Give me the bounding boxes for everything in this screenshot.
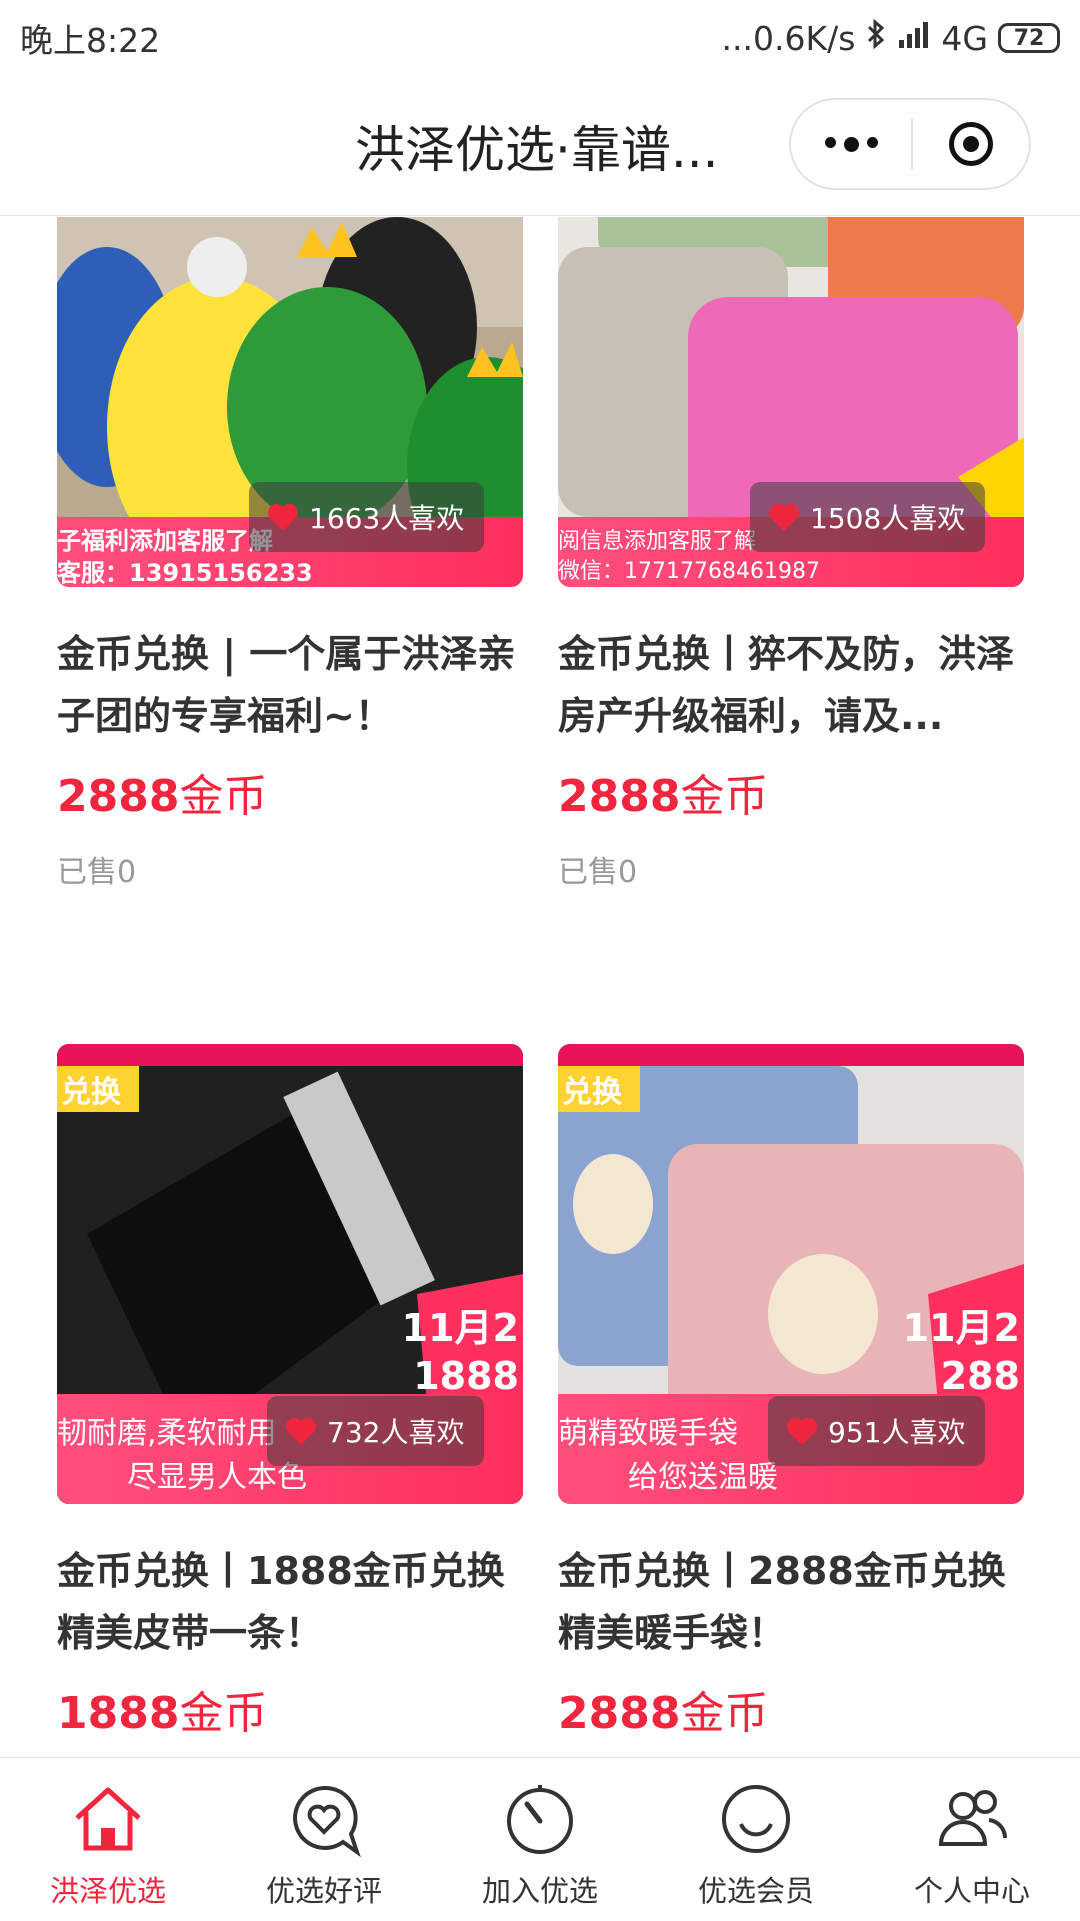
promo-banner-top xyxy=(57,1044,523,1066)
promo-subtext: 给您送温暖 xyxy=(628,1460,778,1495)
promo-badge: 11月2 288 xyxy=(903,1304,1024,1400)
product-price: 1888金币 xyxy=(57,1686,523,1742)
product-image[interactable]: 子福利添加客服了解 客服：13915156233 1663人喜欢 xyxy=(57,217,523,587)
product-price: 2888金币 xyxy=(558,1686,1024,1742)
price-number: 2888 xyxy=(558,1688,681,1739)
likes-badge: 951人喜欢 xyxy=(768,1396,986,1466)
promo-text: 阅信息添加客服了解 xyxy=(558,529,757,554)
tab-reviews[interactable]: 优选好评 xyxy=(216,1758,432,1921)
tab-label: 个人中心 xyxy=(913,1874,1030,1908)
price-unit: 金币 xyxy=(680,771,769,822)
exchange-tag: 兑换 xyxy=(57,1066,139,1112)
product-card[interactable]: 阅信息添加客服了解 微信：17717768461987 1508人喜欢 金币兑换… xyxy=(558,217,1024,891)
promo-amount: 288 xyxy=(940,1354,1020,1398)
sold-count: 已售0 xyxy=(558,855,638,890)
product-title[interactable]: 金币兑换丨2888金币兑换精美暖手袋！ xyxy=(558,1540,1024,1664)
likes-badge: 1508人喜欢 xyxy=(750,482,986,552)
tab-profile[interactable]: 个人中心 xyxy=(864,1758,1080,1921)
promo-contact: 客服：13915156233 xyxy=(57,559,313,587)
price-number: 2888 xyxy=(57,771,180,822)
product-price: 2888金币 xyxy=(57,769,523,825)
promo-date: 11月2 xyxy=(902,1306,1020,1350)
status-indicators: ...0.6K/s 4G 72 xyxy=(722,18,1060,58)
likes-badge: 1663人喜欢 xyxy=(249,482,485,552)
tab-label: 洪泽优选 xyxy=(49,1874,166,1908)
network-speed: ...0.6K/s xyxy=(721,18,856,58)
tab-membership[interactable]: 优选会员 xyxy=(648,1758,864,1921)
users-icon xyxy=(938,1790,1008,1846)
product-price: 2888金币 xyxy=(558,769,1024,825)
signal-icon xyxy=(897,19,931,58)
product-image[interactable]: 兑换 11月2 288 萌精致暖手袋 给您送温暖 951人喜欢 xyxy=(558,1044,1024,1504)
price-unit: 金币 xyxy=(179,1688,268,1739)
promo-text: 韧耐磨,柔软耐用 xyxy=(57,1416,277,1451)
bluetooth-icon xyxy=(865,18,887,58)
product-card[interactable]: 子福利添加客服了解 客服：13915156233 1663人喜欢 金币兑换 | … xyxy=(57,217,523,891)
heart-icon xyxy=(285,1417,317,1445)
tab-label: 加入优选 xyxy=(481,1874,598,1908)
likes-count: 1508人喜欢 xyxy=(810,502,966,535)
bottom-tab-bar: 洪泽优选 优选好评 加入优选 优选会员 个人中心 xyxy=(0,1757,1080,1921)
product-image[interactable]: 阅信息添加客服了解 微信：17717768461987 1508人喜欢 xyxy=(558,217,1024,587)
more-options-button[interactable] xyxy=(791,136,911,152)
exchange-tag: 兑换 xyxy=(558,1066,640,1112)
price-unit: 金币 xyxy=(179,771,268,822)
promo-amount: 1888 xyxy=(413,1354,519,1398)
price-unit: 金币 xyxy=(680,1688,769,1739)
heart-icon xyxy=(768,503,800,531)
likes-count: 732人喜欢 xyxy=(327,1416,465,1449)
promo-date: 11月2 xyxy=(401,1306,519,1350)
status-bar: 晚上8:22 ...0.6K/s 4G 72 xyxy=(0,0,1080,76)
page-title: 洪泽优选·靠谱... xyxy=(355,121,719,179)
promo-badge: 11月2 1888 xyxy=(402,1304,523,1400)
product-title[interactable]: 金币兑换 | 一个属于洪泽亲子团的专享福利~！ xyxy=(57,623,523,747)
product-title[interactable]: 金币兑换丨1888金币兑换精美皮带一条！ xyxy=(57,1540,523,1664)
tab-label: 优选好评 xyxy=(265,1874,382,1908)
likes-count: 1663人喜欢 xyxy=(309,502,465,535)
battery-icon: 72 xyxy=(998,23,1060,53)
promo-text: 萌精致暖手袋 xyxy=(558,1416,738,1451)
promo-contact: 微信：17717768461987 xyxy=(558,559,820,584)
timer-icon xyxy=(507,1785,573,1854)
home-icon xyxy=(75,1787,141,1851)
tab-hongze-youxuan[interactable]: 洪泽优选 xyxy=(0,1758,216,1921)
product-grid: 子福利添加客服了解 客服：13915156233 1663人喜欢 金币兑换 | … xyxy=(0,217,1080,1757)
target-icon xyxy=(949,122,993,166)
promo-banner-top xyxy=(558,1044,1024,1066)
product-card[interactable]: 兑换 11月2 288 萌精致暖手袋 给您送温暖 951人喜欢 金币兑换丨288… xyxy=(558,1044,1024,1742)
promo-text: 子福利添加客服了解 xyxy=(57,527,273,555)
product-title[interactable]: 金币兑换丨猝不及防，洪泽房产升级福利，请及... xyxy=(558,623,1024,747)
mini-program-capsule xyxy=(789,98,1031,190)
title-bar: 洪泽优选·靠谱... xyxy=(0,76,1080,216)
close-mini-program-button[interactable] xyxy=(913,122,1029,166)
likes-count: 951人喜欢 xyxy=(828,1416,966,1449)
price-number: 1888 xyxy=(57,1688,180,1739)
sold-count: 已售0 xyxy=(57,855,137,890)
network-type: 4G xyxy=(941,18,988,58)
status-time: 晚上8:22 xyxy=(20,21,161,60)
tab-label: 优选会员 xyxy=(697,1874,814,1908)
likes-badge: 732人喜欢 xyxy=(267,1396,485,1466)
product-card[interactable]: 兑换 11月2 1888 韧耐磨,柔软耐用 尽显男人本色 732人喜欢 金币兑换… xyxy=(57,1044,523,1742)
heart-chat-icon xyxy=(293,1785,361,1858)
product-image[interactable]: 兑换 11月2 1888 韧耐磨,柔软耐用 尽显男人本色 732人喜欢 xyxy=(57,1044,523,1504)
heart-icon xyxy=(786,1417,818,1445)
price-number: 2888 xyxy=(558,771,681,822)
heart-icon xyxy=(267,503,299,531)
tab-join[interactable]: 加入优选 xyxy=(432,1758,648,1921)
smile-icon xyxy=(722,1785,790,1853)
